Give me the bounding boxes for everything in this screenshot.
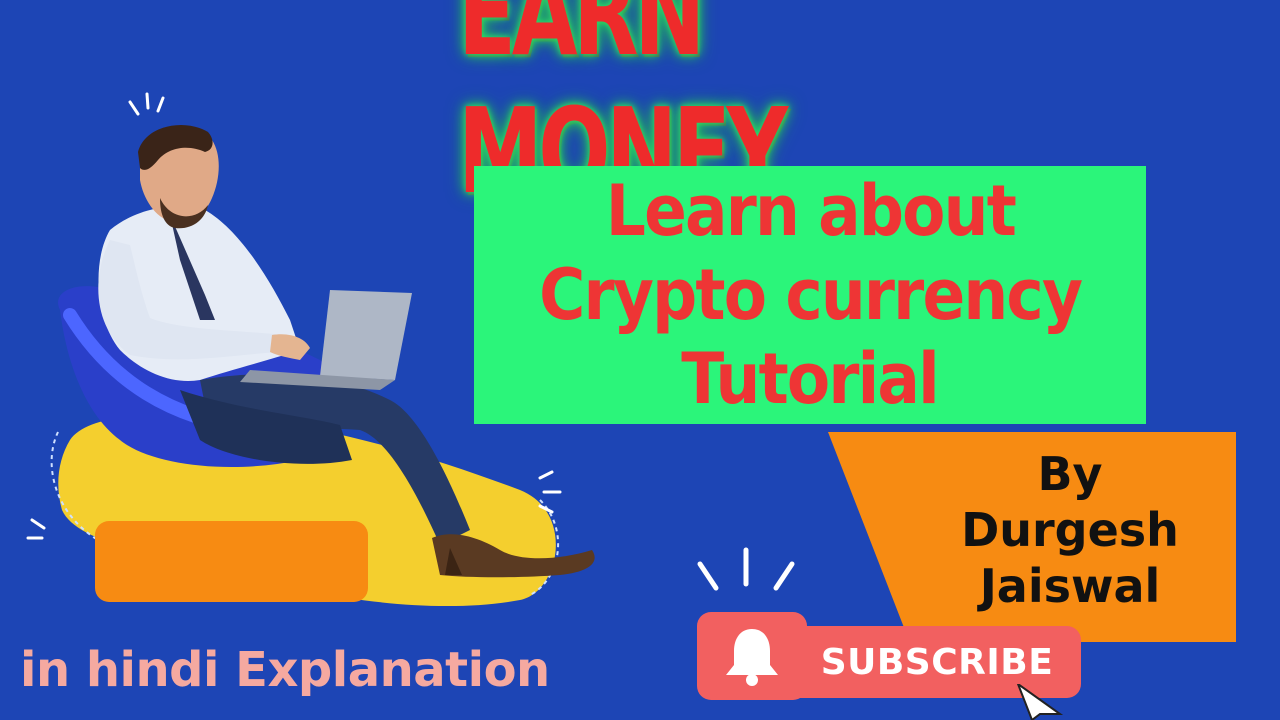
- topic-banner: Learn about Crypto currency Tutorial: [474, 166, 1146, 424]
- bell-button[interactable]: [697, 612, 807, 700]
- topic-line-3: Tutorial: [681, 338, 940, 420]
- headline-earn-money: EARN MONEY: [458, 0, 788, 220]
- byline-by: By: [1037, 447, 1103, 501]
- bell-rays-icon: [697, 547, 795, 591]
- cursor-pointer-icon: [1016, 684, 1064, 720]
- orange-label-bar: [95, 521, 368, 602]
- byline-first-name: Durgesh: [961, 503, 1179, 557]
- byline-last-name: Jaiswal: [979, 559, 1161, 613]
- bell-icon: [726, 629, 778, 686]
- topic-line-1: Learn about: [605, 170, 1016, 252]
- byline-text: By Durgesh Jaiswal: [930, 446, 1210, 614]
- hindi-explanation-text: in hindi Explanation: [20, 642, 550, 698]
- topic-line-2: Crypto currency: [538, 254, 1083, 336]
